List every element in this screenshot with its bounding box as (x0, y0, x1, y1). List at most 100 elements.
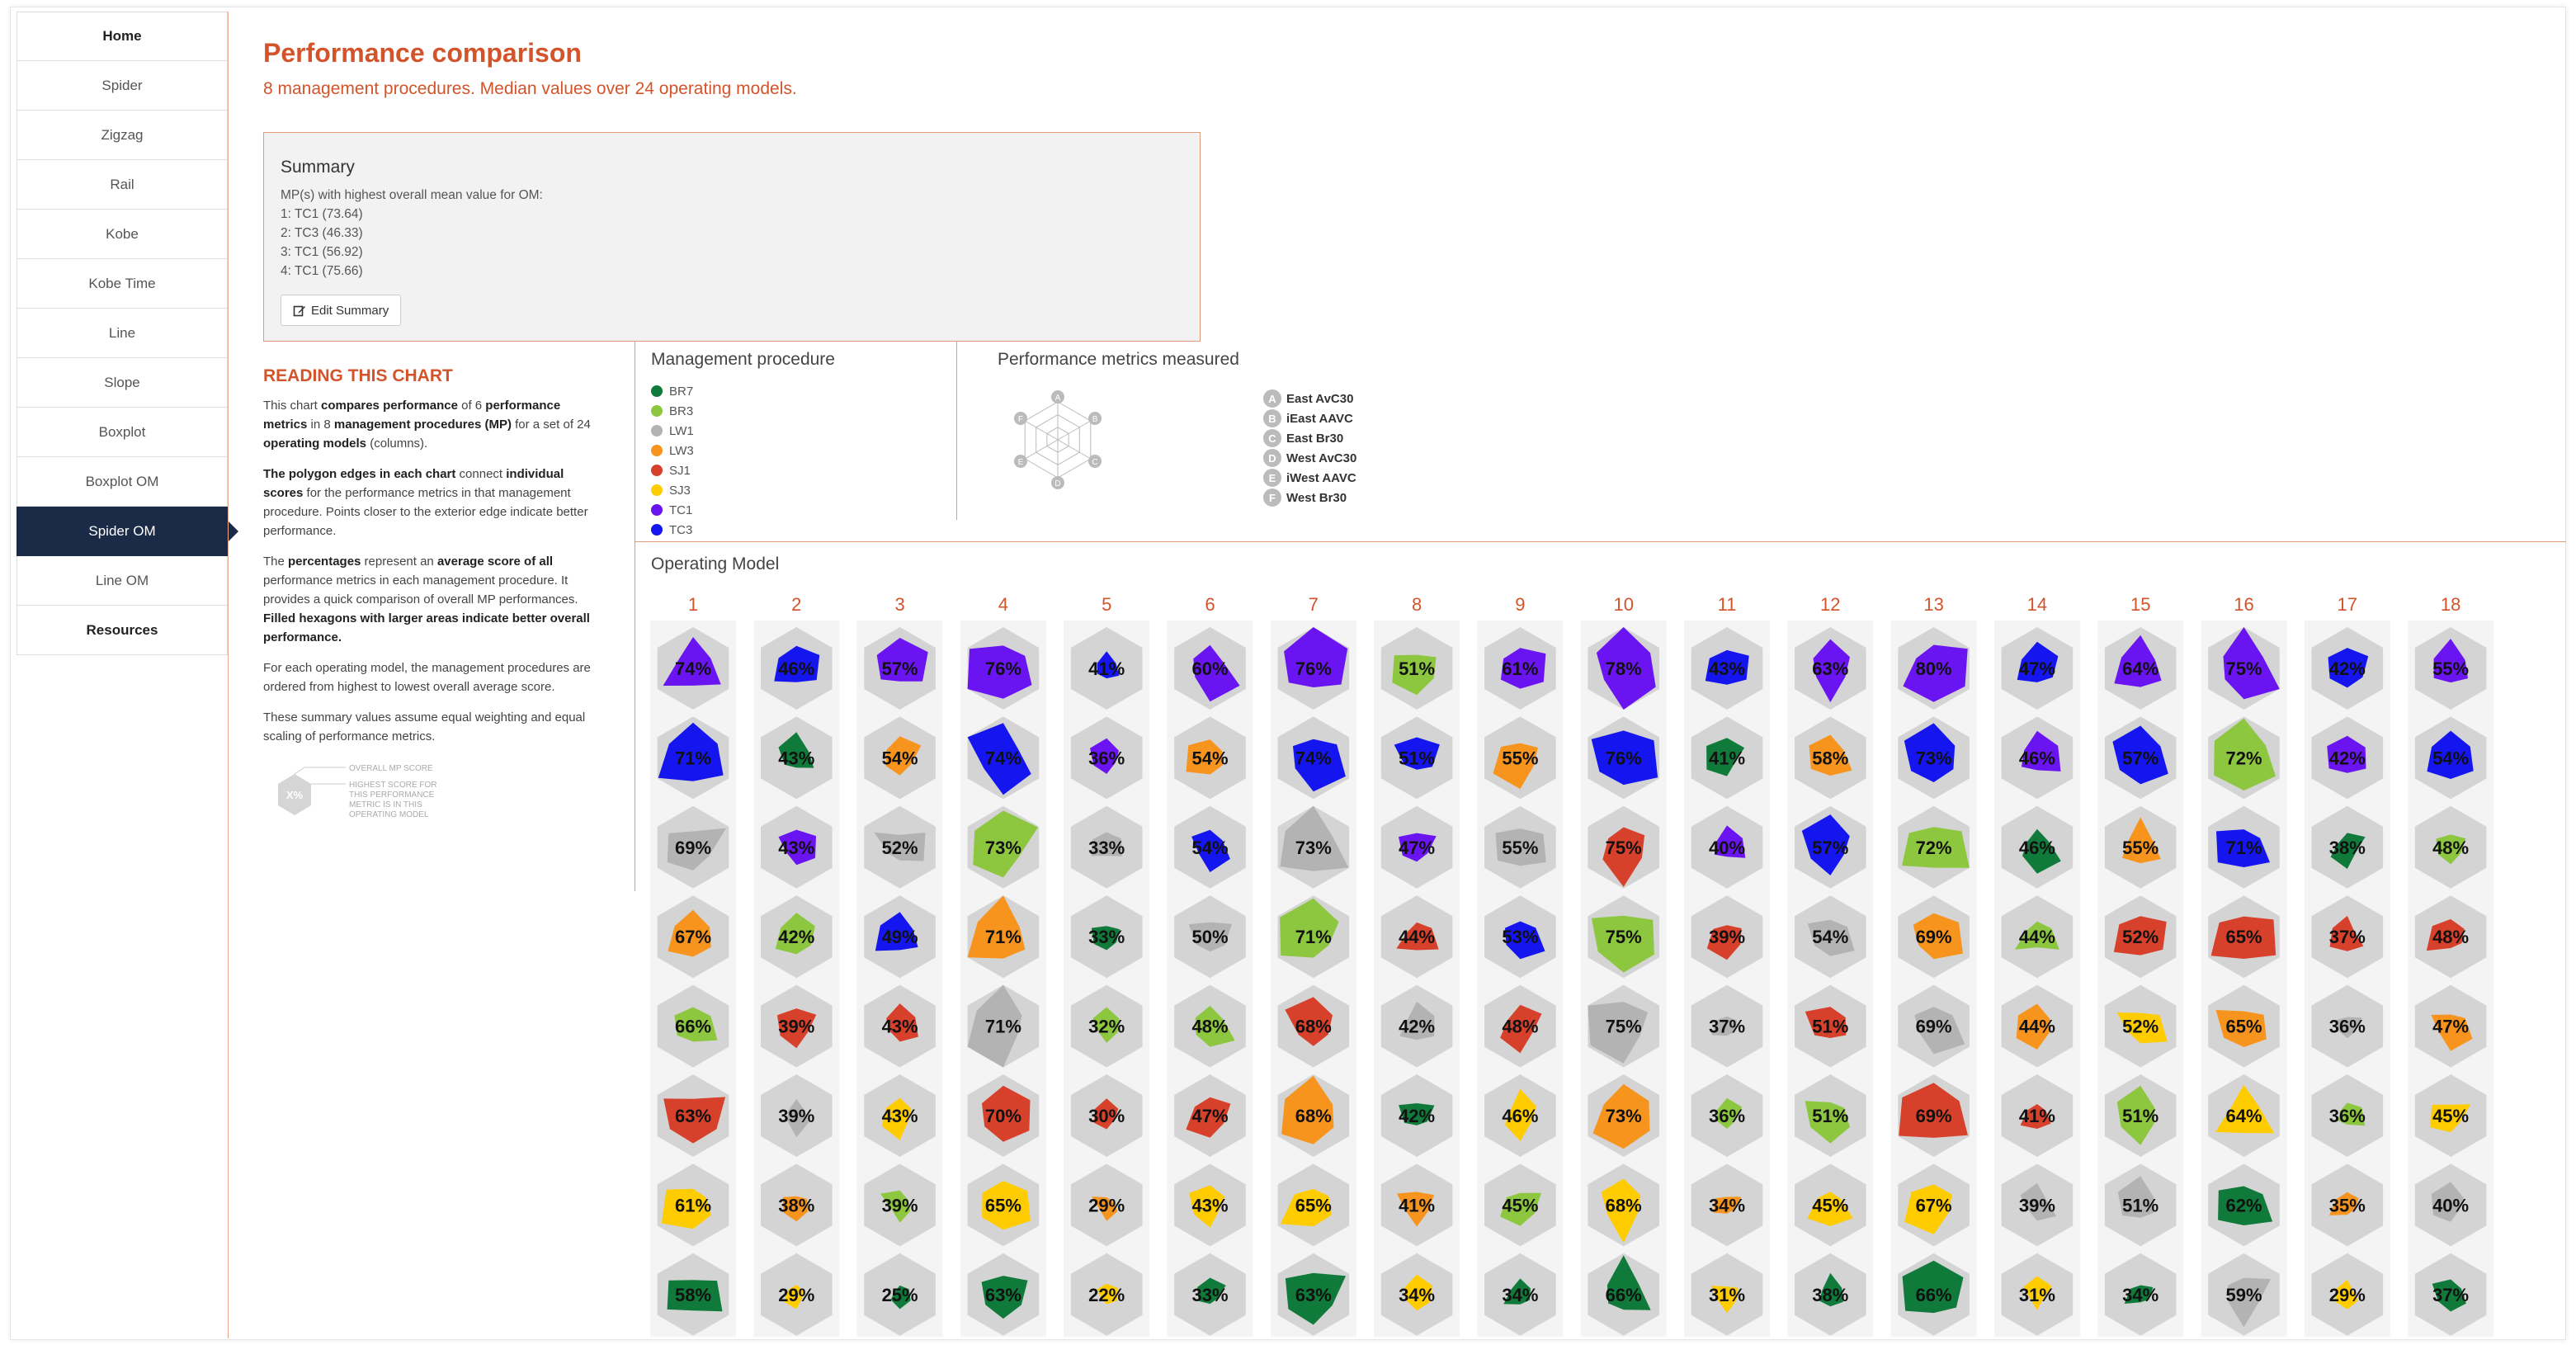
mp-score-label: 66% (675, 1017, 711, 1037)
mp-score-label: 41% (2019, 1106, 2055, 1126)
mp-score-label: 52% (2122, 927, 2158, 947)
mp-score-label: 43% (778, 748, 814, 768)
mp-score-label: 69% (1916, 1017, 1952, 1037)
mp-score-label: 37% (1709, 1017, 1745, 1037)
mp-score-label: 65% (985, 1195, 1021, 1215)
mp-score-label: 51% (1399, 748, 1435, 768)
mp-score-label: 45% (1812, 1195, 1848, 1215)
mp-score-label: 55% (2432, 658, 2469, 679)
mp-score-label: 65% (2225, 1017, 2262, 1037)
mp-score-label: 36% (2329, 1017, 2366, 1037)
mp-score-label: 33% (1191, 1285, 1228, 1305)
mp-score-label: 43% (882, 1017, 918, 1037)
mp-score-label: 45% (2432, 1106, 2469, 1126)
mp-score-label: 31% (1709, 1285, 1745, 1305)
mp-score-label: 29% (2329, 1285, 2366, 1305)
mp-score-label: 22% (1088, 1285, 1125, 1305)
om-column-header: 14 (2027, 594, 2047, 615)
mp-score-label: 47% (2432, 1017, 2469, 1037)
om-column-header: 2 (791, 594, 801, 615)
mp-score-label: 52% (2122, 1017, 2158, 1037)
mp-score-label: 38% (778, 1195, 814, 1215)
mp-score-label: 34% (1399, 1285, 1435, 1305)
mp-score-label: 71% (985, 927, 1021, 947)
mp-score-label: 76% (985, 658, 1021, 679)
mp-score-label: 44% (2019, 927, 2055, 947)
mp-score-label: 43% (1709, 658, 1745, 679)
mp-score-label: 71% (1295, 927, 1332, 947)
mp-score-label: 38% (2329, 838, 2366, 858)
mp-score-label: 51% (1812, 1017, 1848, 1037)
om-column-header: 1 (688, 594, 698, 615)
mp-score-label: 36% (1088, 748, 1125, 768)
mp-score-label: 68% (1606, 1195, 1642, 1215)
mp-score-label: 33% (1088, 838, 1125, 858)
mp-score-label: 48% (2432, 927, 2469, 947)
mp-score-label: 54% (2432, 748, 2469, 768)
mp-score-label: 43% (882, 1106, 918, 1126)
mp-score-label: 58% (675, 1285, 711, 1305)
mp-score-label: 42% (1399, 1106, 1435, 1126)
mp-score-label: 37% (2432, 1285, 2469, 1305)
om-column-header: 18 (2441, 594, 2460, 615)
mp-score-label: 51% (2122, 1195, 2158, 1215)
om-column-header: 8 (1412, 594, 1422, 615)
mp-score-label: 47% (2019, 658, 2055, 679)
mp-score-label: 75% (1606, 927, 1642, 947)
mp-score-label: 60% (1191, 658, 1228, 679)
spider-grid-chart: 1 74% 71% 69% 67% 66% 63% 61% 58% 2 46% 43% 43% 42% 39… (650, 594, 2494, 1337)
mp-score-label: 66% (1916, 1285, 1952, 1305)
mp-score-label: 55% (2122, 838, 2158, 858)
mp-score-label: 41% (1709, 748, 1745, 768)
mp-score-label: 75% (2225, 658, 2262, 679)
mp-score-label: 33% (1088, 927, 1125, 947)
mp-score-label: 47% (1191, 1106, 1228, 1126)
mp-score-label: 63% (985, 1285, 1021, 1305)
mp-score-label: 67% (1916, 1195, 1952, 1215)
mp-score-label: 80% (1916, 658, 1952, 679)
mp-score-label: 38% (1812, 1285, 1848, 1305)
mp-score-label: 49% (882, 927, 918, 947)
mp-score-label: 42% (1399, 1017, 1435, 1037)
mp-score-label: 32% (1088, 1017, 1125, 1037)
mp-score-label: 72% (1916, 838, 1952, 858)
mp-score-label: 54% (1191, 748, 1228, 768)
mp-score-label: 47% (1399, 838, 1435, 858)
mp-score-label: 63% (675, 1106, 711, 1126)
mp-score-label: 69% (675, 838, 711, 858)
mp-score-label: 57% (2122, 748, 2158, 768)
mp-score-label: 63% (1295, 1285, 1332, 1305)
om-column-header: 16 (2234, 594, 2253, 615)
mp-score-label: 51% (1812, 1106, 1848, 1126)
mp-score-label: 34% (2122, 1285, 2158, 1305)
mp-score-label: 36% (1709, 1106, 1745, 1126)
mp-score-label: 34% (1502, 1285, 1538, 1305)
mp-score-label: 74% (985, 748, 1021, 768)
mp-score-label: 53% (1502, 927, 1538, 947)
mp-score-label: 52% (882, 838, 918, 858)
mp-score-label: 71% (675, 748, 711, 768)
mp-score-label: 71% (2225, 838, 2262, 858)
mp-score-label: 48% (1191, 1017, 1228, 1037)
mp-score-label: 58% (1812, 748, 1848, 768)
mp-score-label: 39% (882, 1195, 918, 1215)
mp-score-label: 76% (1295, 658, 1332, 679)
mp-score-label: 78% (1606, 658, 1642, 679)
mp-score-label: 72% (2225, 748, 2262, 768)
mp-score-label: 69% (1916, 927, 1952, 947)
om-column-header: 7 (1309, 594, 1319, 615)
mp-score-label: 50% (1191, 927, 1228, 947)
mp-score-label: 71% (985, 1017, 1021, 1037)
mp-score-label: 40% (2432, 1195, 2469, 1215)
mp-score-label: 61% (1502, 658, 1538, 679)
mp-score-label: 46% (2019, 748, 2055, 768)
mp-score-label: 68% (1295, 1106, 1332, 1126)
mp-score-label: 48% (1502, 1017, 1538, 1037)
mp-score-label: 46% (2019, 838, 2055, 858)
mp-score-label: 39% (778, 1106, 814, 1126)
mp-score-label: 46% (778, 658, 814, 679)
mp-score-label: 25% (882, 1285, 918, 1305)
mp-score-label: 43% (1191, 1195, 1228, 1215)
mp-score-label: 30% (1088, 1106, 1125, 1126)
mp-score-label: 31% (2019, 1285, 2055, 1305)
